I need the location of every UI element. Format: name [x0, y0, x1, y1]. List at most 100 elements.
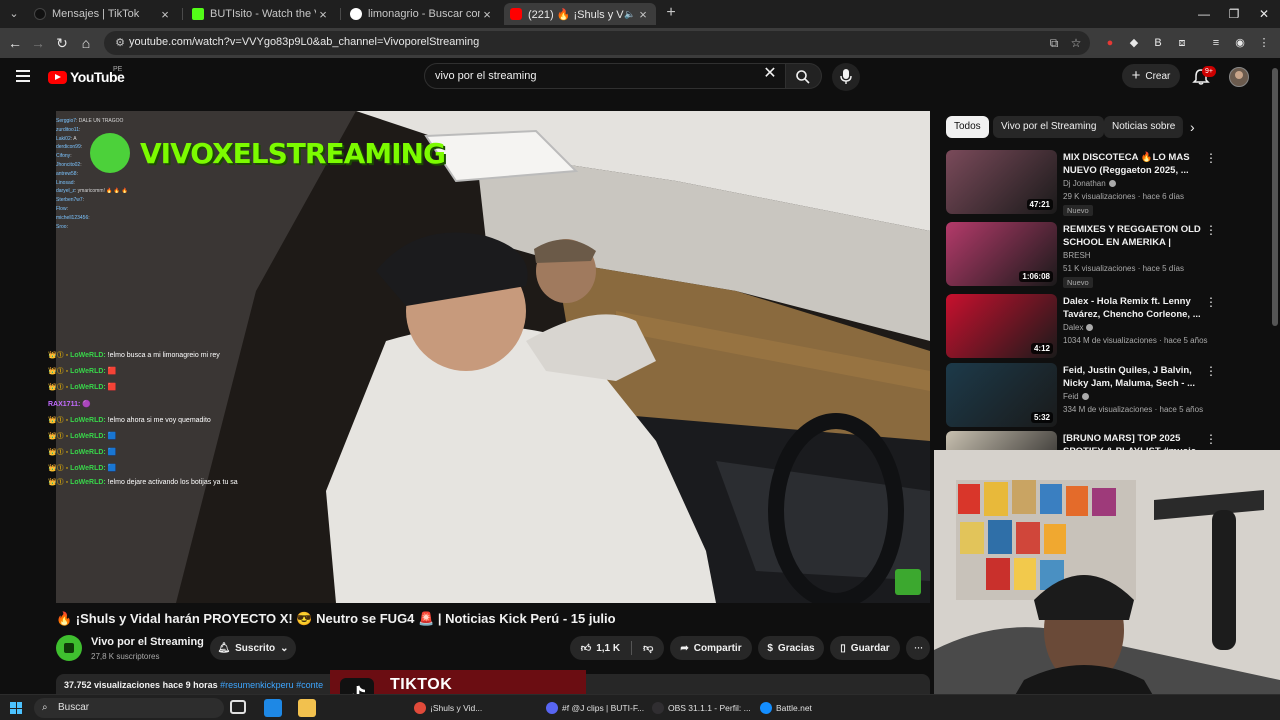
extension-icon[interactable]: ◆ — [1126, 35, 1142, 51]
page-scrollbar[interactable] — [1272, 68, 1278, 326]
chip-todos[interactable]: Todos — [946, 116, 989, 138]
tab-tiktok[interactable]: Mensajes | TikTok × — [28, 3, 178, 25]
hashtags[interactable]: #resumenkickperu #conte — [220, 680, 323, 690]
save-button[interactable]: ▯ Guardar — [830, 636, 900, 660]
forward-button[interactable]: → — [28, 33, 48, 53]
tab-youtube-active[interactable]: (221) 🔥 ¡Shuls y Vidal hará 🔈 × — [504, 3, 656, 25]
stream-chat-line: Sterben7w7: — [56, 196, 226, 205]
thumbs-down-icon[interactable]: 👎︎ — [643, 642, 653, 654]
reading-list-icon[interactable]: ≡ — [1208, 35, 1224, 51]
windows-start-icon[interactable] — [10, 702, 22, 714]
video-channel[interactable]: Dj Jonathan — [1063, 179, 1116, 188]
profile-icon[interactable]: ◉ — [1232, 35, 1248, 51]
video-channel[interactable]: BRESH — [1063, 251, 1091, 260]
stream-chat-line: Flow: — [56, 205, 226, 214]
bookmark-star-icon[interactable]: ☆ — [1068, 35, 1084, 51]
tab-close-icon[interactable]: × — [158, 7, 172, 22]
taskbar-app[interactable]: OBS 31.1.1 - Perfil: ... — [650, 698, 751, 718]
minimize-button[interactable]: — — [1188, 0, 1220, 28]
taskbar-app[interactable]: ¡Shuls y Vid... — [412, 698, 532, 718]
tab-audio-icon[interactable]: 🔈 — [624, 9, 636, 20]
tab-search-icon[interactable]: ⌄ — [4, 4, 24, 24]
save-label: Guardar — [850, 642, 890, 654]
close-window-button[interactable]: ✕ — [1248, 0, 1280, 28]
more-options-icon[interactable]: ⋮ — [1205, 152, 1217, 164]
account-avatar[interactable] — [1229, 67, 1249, 87]
search-input[interactable]: vivo por el streaming — [424, 63, 786, 89]
recommended-video[interactable]: 5:32 Feid, Justin Quiles, J Balvin, Nicky… — [946, 363, 1217, 429]
recommended-video[interactable]: 1:06:08 REMIXES Y REGGAETON OLD SCHOOL EN… — [946, 222, 1217, 288]
more-options-icon[interactable]: ⋮ — [1205, 433, 1217, 445]
store-icon[interactable] — [264, 699, 282, 717]
chevron-right-icon[interactable]: › — [1190, 119, 1195, 135]
overlay-chat-line: 👑⓵ ▫ LoWeRLD: 🟥 — [48, 380, 258, 396]
like-button[interactable]: 👍︎ 1,1 K — [581, 642, 620, 655]
chat-message: 🟦 — [107, 465, 117, 473]
tab-kick[interactable]: BUTIsito - Watch the VOD on K × — [186, 3, 336, 25]
video-title[interactable]: MIX DISCOTECA 🔥LO MAS NUEVO (Reggaeton 2… — [1063, 151, 1203, 177]
back-button[interactable]: ← — [5, 33, 25, 53]
video-title[interactable]: Feid, Justin Quiles, J Balvin, Nicky Jam… — [1063, 364, 1203, 390]
overlay-chat-line: 👑⓵ ▫ LoWeRLD: 🟦 — [48, 445, 258, 461]
taskbar-app[interactable]: #f @J clips | BUTI-F... — [544, 698, 645, 718]
channel-avatar[interactable] — [56, 635, 82, 661]
recommended-video[interactable]: 4:12 Dalex - Hola Remix ft. Lenny Tavárez… — [946, 294, 1217, 360]
tab-google[interactable]: limonagrio - Buscar con Google × — [344, 3, 500, 25]
chip-vivo-por-el-streaming[interactable]: Vivo por el Streaming — [993, 116, 1105, 138]
channel-watermark-icon[interactable] — [895, 569, 921, 595]
reload-button[interactable]: ↻ — [52, 33, 72, 53]
site-info-icon[interactable]: ⚙ — [112, 35, 128, 51]
extensions-puzzle-icon[interactable]: ⧈ — [1174, 35, 1190, 51]
extension-icon[interactable]: ● — [1102, 35, 1118, 51]
taskbar-search-input[interactable]: ⌕ Buscar — [34, 698, 224, 718]
search-button[interactable] — [786, 63, 822, 89]
tab-close-icon[interactable]: × — [636, 7, 650, 22]
stream-chat-line: Sroo: — [56, 223, 226, 232]
extension-icon[interactable]: B — [1150, 35, 1166, 51]
more-options-icon[interactable]: ⋮ — [1205, 296, 1217, 308]
tab-close-icon[interactable]: × — [480, 7, 494, 22]
app-label: #f @J clips | BUTI-F... — [562, 703, 645, 713]
more-options-icon[interactable]: ⋮ — [1205, 365, 1217, 377]
voice-search-button[interactable] — [832, 63, 860, 91]
app-label: Battle.net — [776, 703, 812, 713]
chat-message: : — [66, 223, 68, 230]
video-thumbnail[interactable]: 1:06:08 — [946, 222, 1057, 286]
chat-message: : — [66, 205, 68, 212]
subscribed-button[interactable]: 🔔︎ Suscrito ⌄ — [210, 636, 296, 660]
subscriber-count: 27,8 K suscriptores — [91, 652, 160, 661]
chat-username: derdicon99 — [56, 144, 81, 151]
video-channel[interactable]: Feid — [1063, 392, 1089, 401]
chat-badge-icon: 👑⓵ ▫ — [48, 465, 69, 473]
clear-search-icon[interactable]: ✕ — [762, 66, 778, 82]
thanks-button[interactable]: $ Gracias — [758, 636, 824, 660]
create-button[interactable]: + Crear — [1122, 64, 1180, 88]
menu-icon[interactable] — [16, 70, 30, 82]
video-title[interactable]: Dalex - Hola Remix ft. Lenny Tavárez, Ch… — [1063, 295, 1203, 321]
recommended-video[interactable]: 47:21 MIX DISCOTECA 🔥LO MAS NUEVO (Reggae… — [946, 150, 1217, 216]
chip-noticias[interactable]: Noticias sobre — [1104, 116, 1184, 138]
address-bar[interactable]: ⚙ youtube.com/watch?v=VVYgo83p9L0&ab_cha… — [104, 31, 1090, 55]
channel-name[interactable]: Vivo por el Streaming — [91, 636, 204, 648]
browser-menu-icon[interactable]: ⋮ — [1256, 35, 1272, 51]
share-button[interactable]: ➦ Compartir — [670, 636, 752, 660]
chat-message: : A — [70, 135, 77, 142]
new-tab-button[interactable]: + — [662, 4, 680, 22]
tab-close-icon[interactable]: × — [316, 7, 330, 22]
chat-username: LoWeRLD: — [70, 384, 106, 392]
file-explorer-icon[interactable] — [298, 699, 316, 717]
task-view-icon[interactable] — [230, 700, 246, 714]
new-badge: Nuevo — [1063, 277, 1093, 288]
video-title[interactable]: REMIXES Y REGGAETON OLD SCHOOL EN AMERIK… — [1063, 223, 1203, 249]
more-actions-icon[interactable]: ··· — [906, 636, 930, 660]
video-thumbnail[interactable]: 5:32 — [946, 363, 1057, 427]
verified-icon — [1081, 393, 1089, 401]
video-thumbnail[interactable]: 47:21 — [946, 150, 1057, 214]
install-app-icon[interactable]: ⧉ — [1046, 35, 1062, 51]
more-options-icon[interactable]: ⋮ — [1205, 224, 1217, 236]
home-button[interactable]: ⌂ — [76, 33, 96, 53]
taskbar-app[interactable]: Battle.net — [758, 698, 828, 718]
video-channel[interactable]: Dalex — [1063, 323, 1094, 332]
restore-button[interactable]: ❐ — [1218, 0, 1250, 28]
video-thumbnail[interactable]: 4:12 — [946, 294, 1057, 358]
